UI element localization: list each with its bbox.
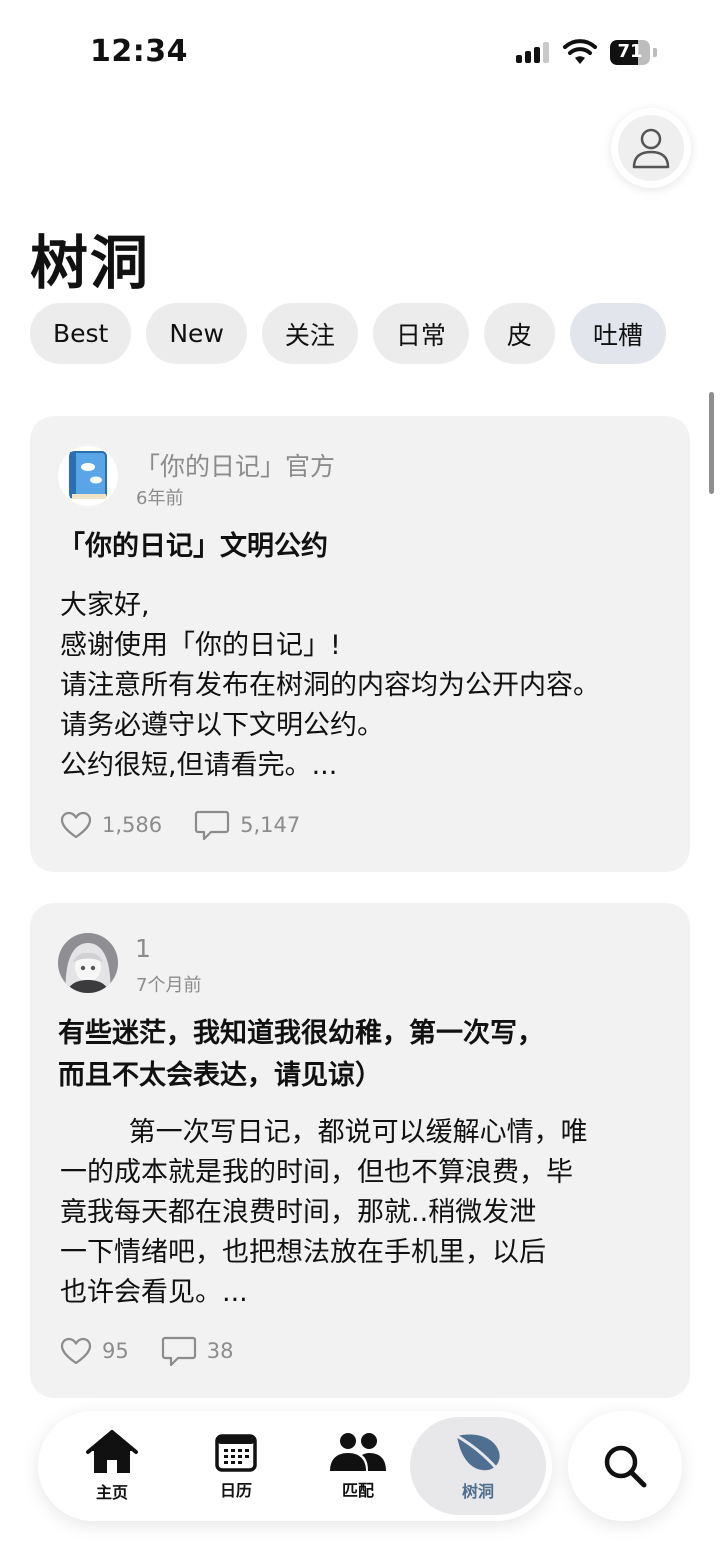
- heart-icon: [60, 1337, 92, 1365]
- heart-icon: [60, 811, 92, 839]
- calendar-icon: [215, 1434, 257, 1472]
- diary-book-icon: [69, 451, 107, 499]
- like-count: 1,586: [102, 813, 163, 837]
- nav-treehole[interactable]: 树洞: [410, 1417, 546, 1515]
- nav-label: 主页: [95, 1483, 128, 1502]
- tab-humor[interactable]: 皮: [483, 303, 555, 364]
- author-avatar[interactable]: [58, 446, 118, 506]
- category-tabs: Best New 关注 日常 皮 吐槽: [30, 303, 666, 364]
- status-time: 12:34: [90, 34, 188, 69]
- battery-tip: [653, 48, 657, 57]
- comment-icon: [195, 810, 230, 841]
- post-title: 有些迷茫，我知道我很幼稚，第一次写， 而且不太会表达，请见谅）: [58, 1018, 544, 1091]
- comment-icon: [161, 1336, 196, 1367]
- author-avatar[interactable]: [58, 933, 118, 993]
- post-card[interactable]: 1 7个月前 有些迷茫，我知道我很幼稚，第一次写， 而且不太会表达，请见谅） 第…: [30, 903, 690, 1398]
- search-button[interactable]: [568, 1411, 682, 1521]
- nav-home[interactable]: 主页: [44, 1417, 180, 1515]
- author-name[interactable]: 1: [135, 934, 151, 963]
- tab-daily[interactable]: 日常: [372, 303, 469, 364]
- bottom-nav: 主页 日历 匹配 树洞: [38, 1411, 552, 1521]
- nav-calendar[interactable]: 日历: [168, 1417, 304, 1515]
- tab-rant[interactable]: 吐槽: [569, 303, 666, 364]
- like-button[interactable]: 95: [60, 1337, 129, 1365]
- post-title: 「你的日记」文明公约: [58, 531, 328, 562]
- author-name[interactable]: 「你的日记」官方: [135, 447, 335, 483]
- search-icon: [604, 1445, 647, 1488]
- wifi-icon: [563, 39, 597, 64]
- leaf-icon: [455, 1434, 500, 1472]
- anime-girl-avatar: [58, 933, 118, 993]
- tab-follow[interactable]: 关注: [261, 303, 358, 364]
- cellular-signal-icon: [516, 42, 549, 63]
- tab-new[interactable]: New: [146, 303, 247, 364]
- home-icon: [86, 1430, 138, 1473]
- post-time: 6年前: [136, 488, 184, 509]
- nav-match[interactable]: 匹配: [290, 1417, 426, 1515]
- status-bar: 12:34 71: [0, 0, 720, 100]
- like-count: 95: [102, 1339, 129, 1363]
- post-card[interactable]: 「你的日记」官方 6年前 「你的日记」文明公约 大家好, 感谢使用「你的日记」!…: [30, 416, 690, 872]
- comment-count: 5,147: [240, 813, 301, 837]
- battery-level: 71: [617, 41, 643, 62]
- person-icon: [632, 128, 670, 169]
- comment-count: 38: [206, 1339, 234, 1363]
- post-stats: 95 38: [60, 1335, 265, 1367]
- people-icon: [330, 1433, 386, 1471]
- post-body: 第一次写日记，都说可以缓解心情，唯 一的成本就是我的时间，但也不算浪费，毕 竟我…: [60, 1117, 588, 1308]
- tab-best[interactable]: Best: [30, 303, 132, 364]
- profile-button[interactable]: [611, 108, 691, 188]
- like-button[interactable]: 1,586: [60, 811, 162, 839]
- battery-indicator: 71: [610, 40, 650, 65]
- comment-button[interactable]: 38: [161, 1335, 234, 1367]
- nav-label: 日历: [219, 1481, 252, 1500]
- profile-avatar: [618, 115, 684, 181]
- nav-label: 匹配: [341, 1481, 374, 1500]
- comment-button[interactable]: 5,147: [194, 809, 300, 841]
- post-body: 大家好, 感谢使用「你的日记」! 请注意所有发布在树洞的内容均为公开内容。 请务…: [60, 590, 600, 781]
- post-time: 7个月前: [136, 975, 202, 996]
- post-stats: 1,586 5,147: [60, 809, 332, 841]
- scrollbar[interactable]: [709, 392, 714, 494]
- page-title: 树洞: [30, 229, 151, 297]
- nav-label: 树洞: [461, 1482, 494, 1501]
